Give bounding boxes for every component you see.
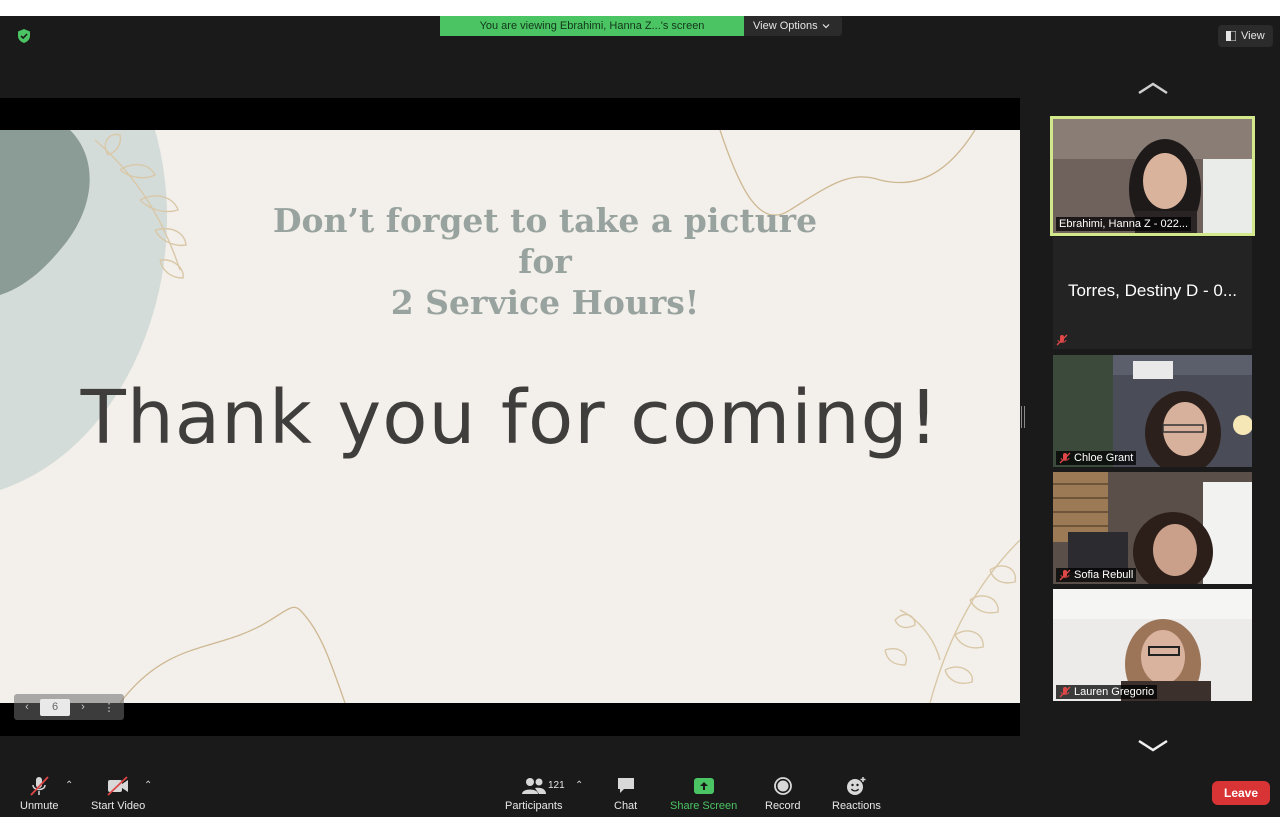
audio-options-caret[interactable]: ⌃ — [65, 780, 73, 791]
record-label: Record — [765, 800, 801, 812]
chevron-down-icon — [822, 24, 830, 29]
participant-tile[interactable]: Chloe Grant — [1053, 355, 1252, 467]
participant-name: Ebrahimi, Hanna Z - 022... — [1059, 218, 1189, 230]
participant-tile[interactable]: Sofia Rebull — [1053, 472, 1252, 584]
video-options-caret[interactable]: ⌃ — [144, 780, 152, 791]
participant-name: Torres, Destiny D - 0... — [1067, 281, 1238, 300]
participant-tile-active[interactable]: Ebrahimi, Hanna Z - 022... — [1050, 116, 1255, 236]
chevron-up-icon[interactable] — [1136, 80, 1170, 96]
participant-name-label: Ebrahimi, Hanna Z - 022... — [1056, 217, 1192, 231]
reactions-icon — [847, 777, 866, 795]
slide-main-text: Thank you for coming! — [80, 375, 940, 461]
slide-pager: ‹ 6 › ⋮ — [14, 694, 124, 720]
shield-icon[interactable] — [16, 28, 32, 44]
page-number: 6 — [40, 698, 70, 716]
chat-icon — [617, 778, 634, 793]
unmute-button[interactable]: Unmute — [20, 776, 59, 812]
share-screen-label: Share Screen — [670, 800, 738, 812]
view-label: View — [1241, 30, 1265, 42]
participants-label: Participants — [505, 800, 563, 812]
screen-share-banner: You are viewing Ebrahimi, Hanna Z...'s s… — [440, 16, 842, 36]
participant-name: Sofia Rebull — [1074, 569, 1134, 581]
prev-page-button[interactable]: ‹ — [14, 701, 40, 713]
more-options-button[interactable]: ⋮ — [96, 701, 122, 714]
reactions-button[interactable]: Reactions — [832, 776, 881, 812]
participant-name-label: Sofia Rebull — [1056, 568, 1137, 582]
participant-video — [1053, 119, 1252, 233]
participant-count: 121 — [548, 780, 565, 791]
next-page-button[interactable]: › — [70, 701, 96, 713]
viewing-screen-text: You are viewing Ebrahimi, Hanna Z...'s s… — [440, 16, 744, 36]
microphone-muted-icon — [30, 776, 49, 796]
start-video-label: Start Video — [91, 800, 146, 812]
chat-button[interactable]: Chat — [614, 776, 637, 812]
leave-button[interactable]: Leave — [1212, 781, 1270, 805]
record-button[interactable]: Record — [765, 776, 800, 812]
microphone-muted-icon — [1059, 686, 1071, 698]
share-screen-icon — [693, 778, 714, 794]
reactions-label: Reactions — [832, 800, 881, 812]
microphone-muted-icon — [1059, 452, 1071, 464]
participants-options-caret[interactable]: ⌃ — [575, 780, 583, 791]
unmute-label: Unmute — [20, 800, 59, 812]
slide-title-line-2: 2 Service Hours! — [390, 283, 700, 322]
participant-name-label: Lauren Gregorio — [1056, 685, 1158, 699]
video-off-icon — [107, 776, 129, 796]
panel-resize-handle[interactable] — [1021, 406, 1025, 428]
view-options-label: View Options — [753, 20, 818, 32]
microphone-muted-icon — [1059, 569, 1071, 581]
participants-icon — [521, 778, 546, 794]
start-video-button[interactable]: Start Video — [91, 776, 145, 812]
microphone-muted-icon — [1056, 334, 1068, 346]
presentation-slide: Don’t forget to take a picture for 2 Ser… — [0, 130, 1020, 703]
chat-label: Chat — [614, 800, 638, 812]
chevron-down-icon[interactable] — [1136, 738, 1170, 754]
slide-title: Don’t forget to take a picture for 2 Ser… — [260, 200, 830, 323]
participant-tile[interactable]: Torres, Destiny D - 0... — [1053, 237, 1252, 349]
view-icon — [1226, 31, 1236, 41]
slide-title-line-1: Don’t forget to take a picture for — [272, 201, 818, 281]
participant-name-label: Chloe Grant — [1056, 451, 1137, 465]
view-options-button[interactable]: View Options — [744, 16, 842, 36]
record-icon — [773, 777, 792, 795]
participant-tile[interactable]: Lauren Gregorio — [1053, 589, 1252, 701]
top-strip — [0, 0, 1280, 16]
view-button[interactable]: View — [1218, 25, 1273, 47]
participant-name: Lauren Gregorio — [1074, 686, 1155, 698]
meeting-toolbar — [0, 768, 1280, 817]
participant-name: Chloe Grant — [1074, 452, 1134, 464]
share-screen-button[interactable]: Share Screen — [670, 776, 737, 812]
